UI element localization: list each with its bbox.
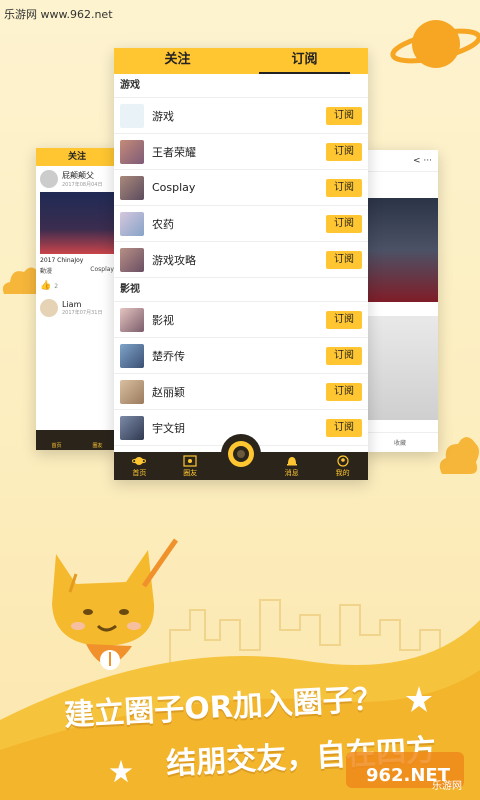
- topic-thumbnail: [120, 247, 144, 272]
- topic-thumbnail: [120, 175, 144, 200]
- event-image[interactable]: [362, 316, 438, 420]
- nav-home[interactable]: 首页: [51, 442, 61, 449]
- list-item[interactable]: 农药 订阅: [114, 206, 368, 242]
- cosplay-image[interactable]: [366, 198, 438, 302]
- favorite-label[interactable]: 收藏: [394, 438, 406, 447]
- topic-label: 楚乔传: [152, 349, 185, 363]
- subscribe-button[interactable]: 订阅: [326, 250, 362, 269]
- list-item[interactable]: 赵丽颖 订阅: [114, 374, 368, 410]
- avatar: [40, 170, 58, 188]
- topic-thumbnail: [120, 379, 144, 404]
- planet-nav-icon: [132, 457, 147, 465]
- main-phone-screen: 关注 订阅 游戏 游戏 订阅 王者荣耀 订阅 Cosplay 订阅 农药 订阅 …: [114, 48, 368, 480]
- topic-label: 游戏攻略: [152, 253, 196, 267]
- planet-icon: [390, 20, 480, 68]
- subscribe-button[interactable]: 订阅: [326, 214, 362, 233]
- feed-card[interactable]: 屁颠颠父 2017年08月04日 2017 ChinaJoy 動漫 Cospla…: [36, 166, 118, 325]
- star-icon: [109, 759, 133, 783]
- card-tag[interactable]: Cosplay: [90, 266, 114, 275]
- topic-label: 王者荣耀: [152, 145, 196, 159]
- subscribe-button[interactable]: 订阅: [326, 418, 362, 437]
- feed-image[interactable]: [40, 192, 114, 254]
- topic-thumbnail: [120, 343, 144, 368]
- right-phone-preview: < ··· 收藏: [362, 150, 438, 452]
- bell-icon: [286, 457, 297, 466]
- nav-friends[interactable]: 圈友: [168, 452, 212, 480]
- card-time: 2017年07月31日: [62, 310, 103, 316]
- card-time: 2017年08月04日: [62, 182, 103, 188]
- subscription-list: 游戏 游戏 订阅 王者荣耀 订阅 Cosplay 订阅 农药 订阅 游戏攻略 订…: [114, 74, 368, 446]
- cloud-right-icon: [439, 437, 479, 474]
- card-tag[interactable]: 動漫: [40, 266, 52, 275]
- topic-thumbnail: [120, 211, 144, 236]
- tab-subscribe[interactable]: 订阅: [241, 48, 368, 74]
- list-item[interactable]: 游戏 订阅: [114, 98, 368, 134]
- section-header-movies: 影视: [114, 278, 368, 302]
- nav-friends-label: 圈友: [183, 469, 198, 477]
- tab-follow[interactable]: 关注: [114, 48, 241, 74]
- camera-lens-icon: [228, 441, 254, 467]
- subscribe-button[interactable]: 订阅: [326, 106, 362, 125]
- subscribe-button[interactable]: 订阅: [326, 346, 362, 365]
- section-header-games: 游戏: [114, 74, 368, 98]
- card-username: 屁颠颠父: [62, 171, 94, 180]
- star-icon: [406, 686, 432, 712]
- topic-label: 赵丽颖: [152, 385, 185, 399]
- nav-profile[interactable]: 我的: [321, 452, 365, 480]
- friends-icon: [183, 455, 197, 467]
- camera-button[interactable]: [221, 434, 261, 474]
- like-count: 2: [54, 282, 59, 290]
- left-tab-follow[interactable]: 关注: [36, 148, 118, 166]
- list-item[interactable]: 王者荣耀 订阅: [114, 134, 368, 170]
- nav-home[interactable]: 首页: [117, 452, 161, 480]
- topic-label: Cosplay: [152, 181, 196, 194]
- subscribe-button[interactable]: 订阅: [326, 178, 362, 197]
- avatar: [40, 299, 58, 317]
- promo-background: 乐游网 www.962.net 关注 屁颠颠父 2017年08月04日 2017…: [0, 0, 480, 800]
- right-bottom-bar: 收藏: [362, 432, 438, 452]
- list-item[interactable]: 游戏攻略 订阅: [114, 242, 368, 278]
- topic-label: 游戏: [152, 109, 174, 123]
- card-caption: 2017 ChinaJoy: [40, 257, 84, 264]
- list-item[interactable]: 影视 订阅: [114, 302, 368, 338]
- left-bottom-nav: 首页 圈友: [36, 430, 118, 450]
- nav-profile-label: 我的: [335, 469, 350, 477]
- subscribe-button[interactable]: 订阅: [326, 310, 362, 329]
- mascot-cat-icon: [52, 538, 179, 670]
- topic-label: 影视: [152, 313, 174, 327]
- topic-thumbnail: [120, 139, 144, 164]
- topic-thumbnail: [120, 307, 144, 332]
- right-top-bar[interactable]: < ···: [362, 150, 438, 172]
- list-item[interactable]: 楚乔传 订阅: [114, 338, 368, 374]
- topic-thumbnail: [120, 103, 144, 128]
- topic-label: 农药: [152, 217, 174, 231]
- logo-subtext: 乐游网: [432, 781, 462, 792]
- subscribe-button[interactable]: 订阅: [326, 382, 362, 401]
- nav-messages[interactable]: 消息: [270, 452, 314, 480]
- list-item[interactable]: Cosplay 订阅: [114, 170, 368, 206]
- watermark: 乐游网 www.962.net: [4, 8, 113, 21]
- card-username: Liam: [62, 300, 82, 309]
- subscribe-button[interactable]: 订阅: [326, 142, 362, 161]
- topic-thumbnail: [120, 415, 144, 440]
- nav-home-label: 首页: [132, 469, 147, 477]
- left-phone-preview: 关注 屁颠颠父 2017年08月04日 2017 ChinaJoy 動漫 Cos…: [36, 148, 118, 450]
- profile-icon: [336, 455, 349, 467]
- main-tab-bar: 关注 订阅: [114, 48, 368, 74]
- nav-messages-label: 消息: [284, 469, 299, 477]
- thumbs-up-icon[interactable]: 👍: [40, 281, 51, 291]
- nav-friends[interactable]: 圈友: [92, 442, 102, 449]
